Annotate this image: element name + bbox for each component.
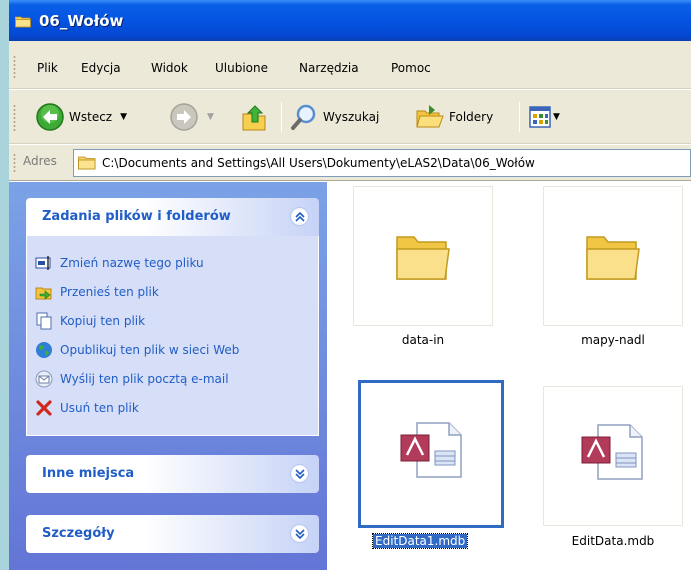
menu-tools[interactable]: Narzędzia <box>299 61 359 75</box>
explorer-window: 06_Wołów Plik Edycja Widok Ulubione Narz… <box>9 0 691 570</box>
forward-button[interactable]: ▼ <box>169 102 214 132</box>
file-view[interactable]: data-in mapy-nadl EditData1.mdb EditData… <box>327 182 691 570</box>
address-bar: Adres <box>9 145 691 181</box>
access-database-icon <box>581 424 643 480</box>
folder-icon <box>15 16 31 28</box>
task-label: Kopiuj ten plik <box>60 313 146 328</box>
delete-icon <box>36 399 52 416</box>
email-icon <box>35 370 53 387</box>
task-email[interactable]: Wyślij ten plik pocztą e-mail <box>27 364 318 393</box>
menu-file[interactable]: Plik <box>37 61 58 75</box>
views-button[interactable]: ▼ <box>529 102 560 132</box>
views-dropdown-icon[interactable]: ▼ <box>553 112 560 122</box>
addressbar-grip[interactable] <box>13 153 16 173</box>
forward-dropdown-icon[interactable]: ▼ <box>207 112 214 122</box>
file-tile[interactable] <box>543 186 683 326</box>
expand-chevron-icon[interactable] <box>290 524 309 543</box>
address-input[interactable] <box>102 156 662 170</box>
menu-bar: Plik Edycja Widok Ulubione Narzędzia Pom… <box>9 41 691 89</box>
file-name: EditData.mdb <box>571 534 655 548</box>
details-panel: Szczegóły <box>26 515 319 553</box>
details-header[interactable]: Szczegóły <box>26 515 319 553</box>
task-move[interactable]: Przenieś ten plik <box>27 277 318 306</box>
file-name: mapy-nadl <box>581 333 645 347</box>
expand-chevron-icon[interactable] <box>290 464 309 483</box>
menu-help[interactable]: Pomoc <box>391 61 431 75</box>
up-folder-icon <box>242 105 266 131</box>
search-icon <box>291 104 316 130</box>
move-icon <box>35 287 52 300</box>
task-publish-web[interactable]: Opublikuj ten plik w sieci Web <box>27 335 318 364</box>
task-delete[interactable]: Usuń ten plik <box>27 393 318 422</box>
back-label: Wstecz <box>69 110 113 124</box>
search-button[interactable]: Wyszukaj <box>289 102 379 132</box>
folders-button[interactable]: Foldery <box>415 102 493 132</box>
file-name: data-in <box>401 333 445 347</box>
other-places-header[interactable]: Inne miejsca <box>26 455 319 493</box>
access-database-icon <box>400 422 462 478</box>
menubar-grip[interactable] <box>13 55 16 79</box>
folder-icon <box>586 236 640 280</box>
file-folder-tasks-header[interactable]: Zadania plików i folderów <box>26 198 319 236</box>
folders-label: Foldery <box>449 110 494 124</box>
window-title: 06_Wołów <box>39 12 124 30</box>
up-folder-button[interactable] <box>241 102 269 132</box>
standard-toolbar: Wstecz ▼ ▼ Wyszukaj Foldery ▼ <box>9 90 691 144</box>
toolbar-grip[interactable] <box>13 104 16 132</box>
task-label: Zmień nazwę tego pliku <box>60 255 204 270</box>
task-label: Usuń ten plik <box>60 400 139 415</box>
task-label: Przenieś ten plik <box>60 284 159 299</box>
file-name-selected[interactable]: EditData1.mdb <box>371 533 469 549</box>
other-places-panel: Inne miejsca <box>26 455 319 493</box>
menu-view[interactable]: Widok <box>151 61 188 75</box>
back-button[interactable]: Wstecz ▼ <box>35 102 127 132</box>
back-dropdown-icon[interactable]: ▼ <box>120 112 127 122</box>
title-bar[interactable]: 06_Wołów <box>9 0 691 41</box>
folder-icon <box>396 236 450 280</box>
folders-icon <box>416 105 444 128</box>
address-label: Adres <box>23 154 57 168</box>
task-rename[interactable]: Zmień nazwę tego pliku <box>27 248 318 277</box>
folder-icon <box>78 156 96 170</box>
address-field[interactable] <box>73 149 691 177</box>
task-pane: Zadania plików i folderów Zmień nazwę te… <box>9 182 327 570</box>
search-label: Wyszukaj <box>323 110 380 124</box>
copy-icon <box>36 312 52 329</box>
menu-edit[interactable]: Edycja <box>81 61 121 75</box>
file-tile[interactable] <box>353 186 493 326</box>
file-tile[interactable] <box>543 386 683 526</box>
toolbar-separator <box>519 102 520 132</box>
file-folder-tasks-body: Zmień nazwę tego pliku Przenieś ten plik… <box>26 236 319 436</box>
publish-web-icon <box>36 341 52 358</box>
details-title: Szczegóły <box>42 526 115 541</box>
other-places-title: Inne miejsca <box>42 466 135 481</box>
toolbar-separator <box>281 102 282 132</box>
file-tile-selected[interactable] <box>358 380 504 528</box>
task-copy[interactable]: Kopiuj ten plik <box>27 306 318 335</box>
views-icon <box>529 106 551 128</box>
file-folder-tasks-panel: Zadania plików i folderów Zmień nazwę te… <box>26 198 319 436</box>
forward-arrow-icon <box>170 103 198 131</box>
rename-icon <box>35 255 51 270</box>
collapse-chevron-icon[interactable] <box>290 207 309 226</box>
task-label: Wyślij ten plik pocztą e-mail <box>60 371 229 386</box>
task-label: Opublikuj ten plik w sieci Web <box>60 342 240 357</box>
menu-favorites[interactable]: Ulubione <box>215 61 268 75</box>
back-arrow-icon <box>36 103 64 131</box>
file-folder-tasks-title: Zadania plików i folderów <box>42 209 231 224</box>
